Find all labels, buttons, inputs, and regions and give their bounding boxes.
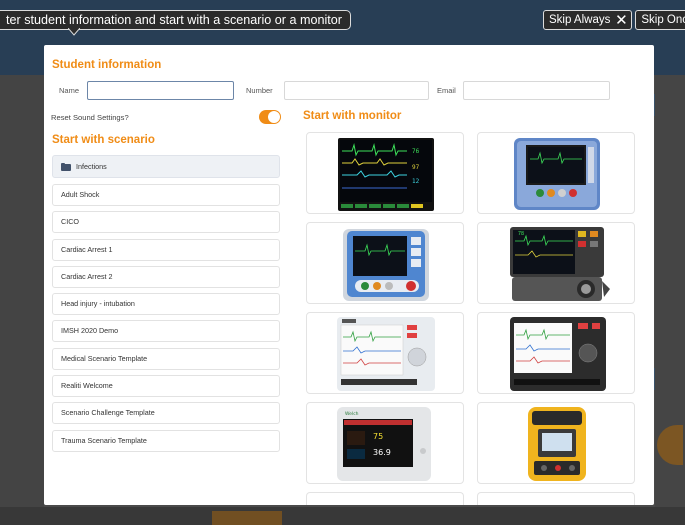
scenario-label: Head injury - intubation [61, 299, 135, 309]
blue-defibrillator-icon [343, 229, 429, 301]
blue-monitor-defibrillator-icon [514, 138, 600, 210]
monitor-card[interactable] [306, 312, 464, 394]
scenario-heading: Start with scenario [52, 134, 155, 146]
name-label: Name [59, 86, 80, 95]
background-sidebar [0, 75, 44, 525]
monitor-heading: Start with monitor [303, 110, 402, 122]
tooltip-arrow-icon [68, 28, 80, 36]
white-defibrillator-icon [337, 317, 435, 391]
scenario-list: Infections Adult Shock CICO Cardiac Arre… [52, 155, 280, 457]
monitor-card[interactable]: Welch 75 36.9 [306, 402, 464, 484]
scenario-label: Trauma Scenario Template [61, 435, 147, 445]
black-defibrillator-icon [510, 317, 606, 391]
monitor-card[interactable] [477, 132, 635, 214]
scenario-item[interactable]: Scenario Challenge Template [52, 402, 280, 425]
number-field[interactable] [284, 81, 429, 100]
monitor-card[interactable] [477, 312, 635, 394]
monitor-card[interactable] [477, 492, 635, 505]
svg-text:97: 97 [412, 164, 420, 171]
svg-text:78: 78 [518, 231, 524, 237]
monitor-card[interactable]: 76 97 12 [306, 132, 464, 214]
reset-sound-label: Reset Sound Settings? [51, 113, 129, 122]
scenario-item[interactable]: Head injury - intubation [52, 293, 280, 316]
scenario-label: Adult Shock [61, 190, 100, 199]
name-field[interactable] [87, 81, 234, 100]
scenario-item[interactable]: Adult Shock [52, 184, 280, 206]
email-field[interactable] [463, 81, 610, 100]
svg-text:12: 12 [412, 178, 420, 185]
scenario-label: Realiti Welcome [61, 381, 113, 391]
scenario-label: Scenario Challenge Template [61, 408, 155, 418]
folder-icon [61, 162, 71, 171]
svg-text:76: 76 [412, 148, 420, 155]
monitor-card[interactable] [306, 492, 464, 505]
patient-monitor-dark-icon: 76 97 12 [338, 138, 434, 211]
readout-value-b: 36.9 [373, 448, 391, 457]
scenario-item[interactable]: Cardiac Arrest 1 [52, 238, 280, 261]
monitor-defibrillator-dial-icon: 78 [510, 227, 610, 301]
tour-tooltip: ter student information and start with a… [0, 10, 351, 30]
scenario-label: Medical Scenario Template [61, 353, 148, 363]
skip-always-button[interactable]: Skip Always ✕ [543, 10, 633, 30]
reset-sound-toggle[interactable] [259, 110, 281, 124]
scenario-item[interactable]: IMSH 2020 Demo [52, 320, 280, 343]
scenario-item[interactable]: Medical Scenario Template [52, 347, 280, 370]
scenario-item[interactable]: Cardiac Arrest 2 [52, 265, 280, 288]
number-label: Number [246, 86, 273, 95]
scenario-item[interactable]: Trauma Scenario Template [52, 429, 280, 452]
scenario-label: Cardiac Arrest 1 [61, 244, 113, 254]
skip-once-button[interactable]: Skip Once [635, 10, 685, 30]
scenario-label: IMSH 2020 Demo [61, 326, 119, 336]
start-dialog: Student information Name Number Email Re… [44, 45, 654, 505]
monitor-card[interactable] [306, 222, 464, 304]
background-footer [0, 507, 685, 525]
tour-controls: Skip Always ✕ Skip Once [543, 10, 685, 30]
yellow-aed-icon [528, 407, 586, 481]
skip-always-label: Skip Always [549, 14, 611, 26]
student-info-heading: Student information [52, 59, 162, 71]
toggle-knob [268, 111, 280, 123]
email-label: Email [437, 86, 456, 95]
scenario-label: CICO [61, 217, 79, 227]
scenario-label: Cardiac Arrest 2 [61, 271, 113, 281]
monitor-card[interactable] [477, 402, 635, 484]
readout-value-a: 75 [373, 432, 383, 441]
svg-text:Welch: Welch [345, 411, 359, 417]
monitor-card[interactable]: 78 [477, 222, 635, 304]
close-icon[interactable]: ✕ [613, 11, 629, 30]
vital-signs-monitor-icon: Welch 75 36.9 [337, 407, 431, 481]
scenario-label: Infections [76, 161, 107, 171]
scenario-item[interactable]: CICO [52, 211, 280, 234]
scenario-item[interactable]: Realiti Welcome [52, 375, 280, 398]
scenario-folder-infections[interactable]: Infections [52, 155, 280, 178]
